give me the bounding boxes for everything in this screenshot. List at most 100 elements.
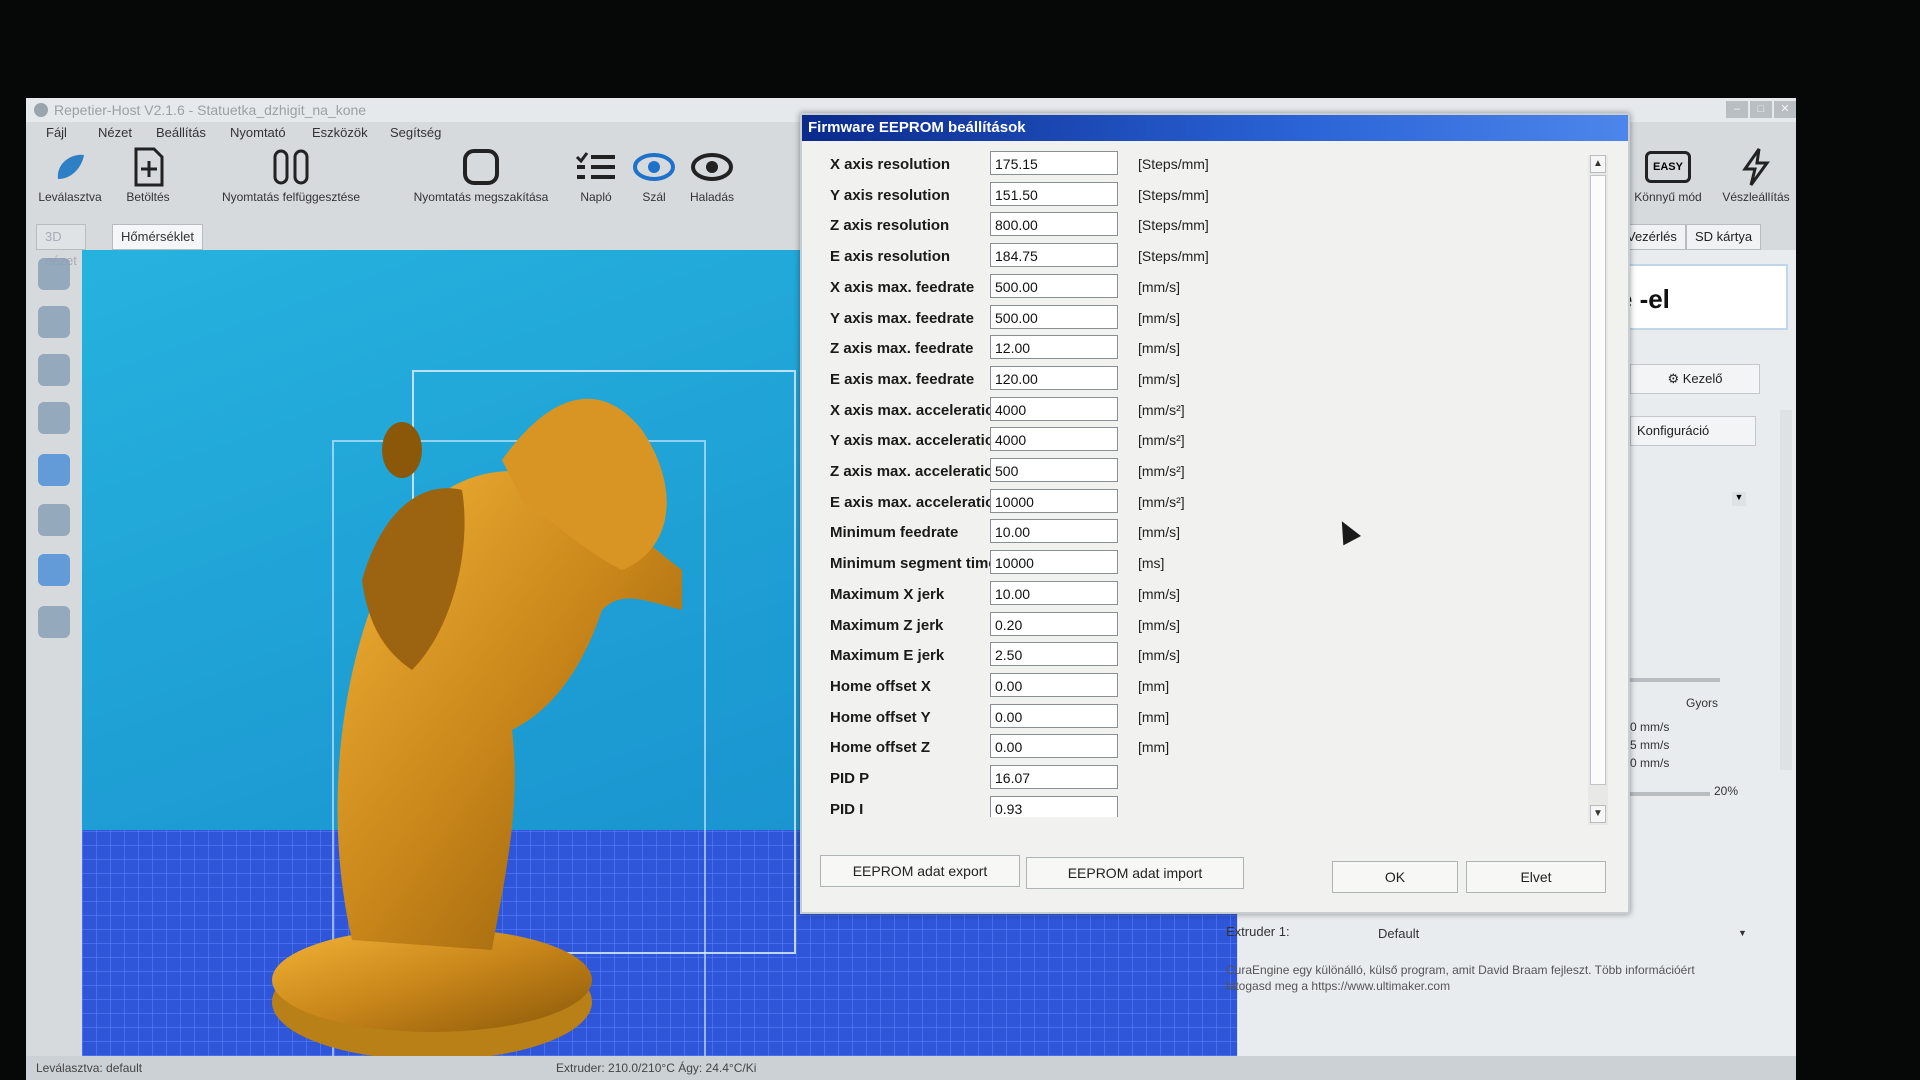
eeprom-label: Maximum E jerk (830, 647, 945, 665)
right-panel-scrollbar[interactable] (1780, 410, 1792, 770)
eeprom-label: Y axis max. acceleration (830, 432, 1004, 450)
cube-front-icon[interactable] (38, 454, 70, 486)
eeprom-value-field[interactable]: 0.00 (990, 734, 1118, 759)
eeprom-label: Minimum segment time (830, 555, 997, 573)
eeprom-label: Minimum feedrate (830, 524, 959, 542)
eeprom-value-field[interactable]: 500 (990, 458, 1118, 482)
disconnect-button[interactable]: Leválasztva (30, 144, 110, 220)
eeprom-unit: [Steps/mm] (1138, 248, 1209, 265)
eeprom-value-field[interactable]: 500.00 (990, 304, 1118, 329)
eeprom-value-field[interactable]: 500.00 (990, 273, 1118, 298)
progress-label: Haladás (689, 190, 735, 204)
eye-icon (691, 153, 733, 181)
flow-slider[interactable] (1630, 792, 1710, 796)
eeprom-unit: [mm/s] (1138, 309, 1180, 326)
menu-bar: Fájl Nézet Beállítás Nyomtató Eszközök S… (26, 122, 806, 144)
move-icon[interactable] (38, 306, 70, 338)
eeprom-value-field[interactable]: 175.15 (990, 151, 1118, 175)
eeprom-row: Home offset Y 0.00 [mm] (812, 703, 1592, 732)
extruder-select[interactable]: Default (1378, 926, 1419, 941)
rotate-icon[interactable] (38, 258, 70, 290)
tab-3d-view[interactable]: 3D nézet (36, 224, 86, 268)
eeprom-value-field[interactable]: 120.00 (990, 365, 1118, 390)
speed-label: Gyors (1686, 696, 1719, 710)
configuration-button[interactable]: Konfiguráció (1630, 416, 1756, 446)
connection-status: Leválasztva: default (36, 1061, 143, 1075)
menu-settings[interactable]: Beállítás (156, 125, 206, 140)
menu-tools[interactable]: Eszközök (312, 125, 368, 140)
load-label: Betöltés (126, 190, 170, 204)
scroll-down-icon[interactable]: ▼ (1590, 805, 1606, 823)
minimize-icon[interactable]: – (1726, 101, 1748, 118)
eeprom-row: Maximum E jerk 2.50 [mm/s] (812, 642, 1592, 670)
dialog-title: Firmware EEPROM beállítások (802, 115, 1628, 141)
speed-value-2: 5 mm/s (1630, 738, 1670, 752)
eeprom-value-field[interactable]: 10.00 (990, 580, 1118, 605)
app-icon (34, 103, 48, 117)
eeprom-label: Maximum X jerk (830, 585, 945, 603)
eeprom-value-field[interactable]: 800.00 (990, 212, 1118, 237)
eeprom-row: Z axis max. feedrate 12.00 [mm/s] (812, 335, 1592, 363)
eeprom-label: Z axis max. feedrate (830, 340, 974, 358)
cancel-button[interactable]: Elvet (1466, 861, 1606, 893)
eeprom-value-field[interactable]: 151.50 (990, 181, 1118, 206)
pause-print-button[interactable]: Nyomtatás felfüggesztése (206, 144, 376, 220)
tab-temperature-curve[interactable]: Hőmérséklet görbe (112, 224, 203, 268)
menu-file[interactable]: Fájl (46, 125, 67, 140)
speed-value-3: 0 mm/s (1630, 756, 1670, 770)
eeprom-value-field[interactable]: 10000 (990, 488, 1118, 513)
extruder-chevron-icon[interactable]: ▼ (1738, 928, 1747, 938)
filament-button[interactable]: Szál (630, 144, 678, 220)
progress-button[interactable]: Haladás (682, 144, 742, 220)
eeprom-row: Minimum feedrate 10.00 [mm/s] (812, 519, 1592, 547)
load-button[interactable]: Betöltés (116, 144, 180, 220)
menu-help[interactable]: Segítség (390, 125, 441, 140)
view-tools (32, 258, 76, 818)
eeprom-value-field[interactable]: 0.00 (990, 672, 1118, 697)
ok-button[interactable]: OK (1332, 861, 1458, 893)
eeprom-unit: [mm/s] (1138, 585, 1180, 602)
eeprom-value-field[interactable]: 16.07 (990, 765, 1118, 789)
eeprom-row: Y axis resolution 151.50 [Steps/mm] (812, 181, 1592, 210)
zoom-icon[interactable] (38, 354, 70, 386)
eeprom-value-field[interactable]: 0.93 (990, 795, 1118, 817)
eeprom-unit: [mm/s²] (1138, 432, 1185, 449)
plug-icon (57, 154, 84, 179)
cube-top-icon[interactable] (38, 554, 70, 586)
stop-icon (463, 149, 499, 185)
manager-button[interactable]: ⚙ Kezelő (1630, 364, 1760, 394)
eeprom-value-field[interactable]: 4000 (990, 427, 1118, 452)
speed-slider[interactable] (1630, 678, 1720, 682)
eeprom-value-field[interactable]: 184.75 (990, 243, 1118, 268)
layers-icon[interactable] (38, 606, 70, 638)
eeprom-value-field[interactable]: 2.50 (990, 642, 1118, 667)
emergency-stop-button[interactable]: Vészleállítás (1718, 144, 1794, 220)
eeprom-value-field[interactable]: 12.00 (990, 335, 1118, 360)
eeprom-value-field[interactable]: 10.00 (990, 519, 1118, 544)
reset-view-icon[interactable] (38, 402, 70, 434)
eeprom-value-field[interactable]: 0.00 (990, 703, 1118, 728)
eeprom-value-field[interactable]: 4000 (990, 396, 1118, 421)
easy-mode-button[interactable]: EASY Könnyű mód (1622, 144, 1714, 220)
scroll-up-icon[interactable]: ▲ (1590, 155, 1606, 173)
menu-view[interactable]: Nézet (98, 125, 132, 140)
cube-side-icon[interactable] (38, 504, 70, 536)
eeprom-row: Y axis max. feedrate 500.00 [mm/s] (812, 304, 1592, 333)
eeprom-value-field[interactable]: 0.20 (990, 611, 1118, 636)
log-button[interactable]: Napló (566, 144, 626, 220)
tab-sd-card[interactable]: SD kártya (1686, 224, 1762, 250)
menu-printer[interactable]: Nyomtató (230, 125, 286, 140)
eeprom-value-field[interactable]: 10000 (990, 550, 1118, 575)
maximize-icon[interactable]: □ (1750, 101, 1772, 118)
chevron-down-icon[interactable]: ▼ (1732, 492, 1746, 506)
dialog-scrollbar[interactable]: ▲ ▼ (1588, 155, 1608, 825)
eeprom-row: X axis resolution 175.15 [Steps/mm] (812, 151, 1592, 179)
slicer-info-text: CuraEngine egy különálló, külső program,… (1226, 963, 1695, 993)
stop-print-button[interactable]: Nyomtatás megszakítása (400, 144, 562, 220)
scroll-thumb[interactable] (1590, 175, 1606, 785)
eeprom-label: E axis max. acceleration (830, 493, 1004, 511)
close-icon[interactable]: ✕ (1774, 101, 1796, 118)
eeprom-export-button[interactable]: EEPROM adat export (820, 855, 1020, 887)
eeprom-import-button[interactable]: EEPROM adat import (1026, 857, 1244, 889)
eeprom-unit: [Steps/mm] (1138, 217, 1209, 234)
